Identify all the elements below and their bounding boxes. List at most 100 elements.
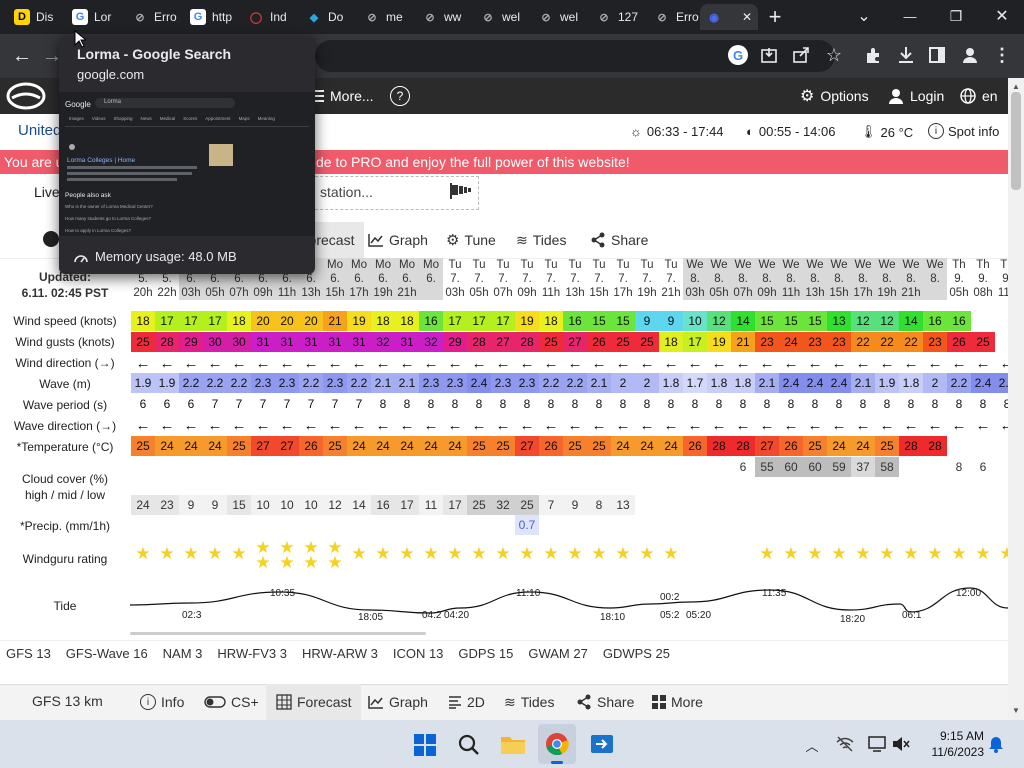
model-link[interactable]: HRW-ARW 3 xyxy=(302,646,378,664)
wave-height-cell: 1.9 xyxy=(131,373,155,393)
tab-graph[interactable]: Graph xyxy=(368,222,428,258)
install-app-icon[interactable] xyxy=(760,46,778,64)
hover-card-memory: Memory usage: 48.0 MB xyxy=(95,249,237,264)
spot-name[interactable]: United xyxy=(18,122,61,139)
preview-nav-item: Maps xyxy=(238,116,250,121)
bottom-info-button[interactable]: i Info xyxy=(140,684,184,720)
model-link[interactable]: GWAM 27 xyxy=(528,646,587,664)
side-panel-icon[interactable] xyxy=(928,46,946,64)
browser-tab[interactable]: ⊘ 127 xyxy=(590,4,650,30)
browser-tab[interactable]: ⊘ Erro xyxy=(648,4,708,30)
wind-gust-cell: 25 xyxy=(971,332,995,352)
model-link[interactable]: GFS 13 xyxy=(6,646,51,664)
info-icon: i xyxy=(928,123,944,139)
volume-muted-icon[interactable] xyxy=(892,736,910,752)
temperature-cell: 24 xyxy=(659,436,683,456)
bottom-graph-button[interactable]: Graph xyxy=(368,684,428,720)
browser-tab[interactable]: ⊘ wel xyxy=(532,4,592,30)
wave-period-cell: 8 xyxy=(571,397,579,411)
bookmark-star-icon[interactable]: ☆ xyxy=(823,44,845,66)
browser-tab[interactable]: ⊘ Erro xyxy=(126,4,186,30)
tab-favicon-icon: D xyxy=(14,9,30,25)
wind-gust-cell: 23 xyxy=(827,332,851,352)
model-link[interactable]: HRW-FV3 3 xyxy=(217,646,287,664)
browser-tab[interactable]: G Lor xyxy=(66,4,126,30)
help-icon[interactable]: ? xyxy=(390,86,410,106)
tray-chevron-icon[interactable]: ︿ xyxy=(804,736,820,754)
rating-stars: ★ xyxy=(419,543,443,563)
wind-gust-cell: 25 xyxy=(131,332,155,352)
language-button[interactable]: en xyxy=(960,78,998,114)
file-explorer-icon[interactable] xyxy=(500,732,526,756)
bottom-forecast-button[interactable]: Forecast xyxy=(266,684,362,720)
share-page-icon[interactable] xyxy=(792,46,810,64)
browser-tab[interactable]: ⊘ ww xyxy=(416,4,476,30)
network-off-icon[interactable] xyxy=(836,736,854,752)
tide-curve xyxy=(130,587,1008,614)
wind-speed-cell: 15 xyxy=(755,311,779,331)
forecast-day: Mo xyxy=(395,258,419,272)
bottom-csplus-button[interactable]: CS+ xyxy=(204,684,259,720)
model-link[interactable]: NAM 3 xyxy=(163,646,203,664)
wind-speed-cell: 17 xyxy=(467,311,491,331)
close-window-button[interactable]: ✕ xyxy=(990,4,1014,28)
browser-tab[interactable]: Ghttp xyxy=(184,4,244,30)
google-lens-icon[interactable]: G xyxy=(728,45,748,65)
bottom-2d-button[interactable]: 2D xyxy=(448,684,485,720)
extensions-icon[interactable] xyxy=(864,46,882,64)
wave-height-cell: 2 xyxy=(923,373,947,393)
display-icon[interactable] xyxy=(868,736,886,752)
scroll-down-icon[interactable]: ▼ xyxy=(1011,706,1021,715)
browser-tab[interactable]: ◉ ✕ xyxy=(700,4,758,30)
profile-avatar-icon[interactable] xyxy=(960,45,980,65)
options-button[interactable]: ⚙ Options xyxy=(800,78,869,114)
spot-info-button[interactable]: i Spot info xyxy=(928,123,999,139)
search-icon[interactable] xyxy=(458,734,480,756)
scroll-up-icon[interactable]: ▲ xyxy=(1011,82,1021,91)
wave-period-cell: 8 xyxy=(403,397,411,411)
remote-app-icon[interactable] xyxy=(590,733,614,755)
browser-tab[interactable]: D Dis xyxy=(8,4,68,30)
browser-tab[interactable]: ◆ Do xyxy=(300,4,360,30)
login-button[interactable]: Login xyxy=(888,78,944,114)
taskbar-date[interactable]: 11/6/2023 xyxy=(920,745,985,759)
wave-period-cell: 8 xyxy=(763,397,771,411)
restore-button[interactable]: ❐ xyxy=(944,4,968,28)
forecast-hour: 21h xyxy=(661,287,681,299)
browser-tab[interactable]: ⊘ wel xyxy=(474,4,534,30)
back-button[interactable]: ← xyxy=(10,44,34,68)
close-tab-icon[interactable]: ✕ xyxy=(742,10,752,24)
windguru-logo-icon[interactable] xyxy=(4,80,48,112)
windows-start-icon[interactable] xyxy=(414,734,436,756)
more-menu-button[interactable]: More... xyxy=(314,78,374,114)
new-tab-button[interactable]: + xyxy=(762,4,788,30)
temperature-cell: 25 xyxy=(131,436,155,456)
forecast-hour: 11h xyxy=(779,286,803,300)
wind-direction-arrow-icon: ← xyxy=(207,354,223,372)
tab-tune[interactable]: ⚙ Tune xyxy=(446,222,496,258)
table-scroll-thumb[interactable] xyxy=(130,632,426,635)
tab-tides[interactable]: ≋ Tides xyxy=(516,222,566,258)
bottom-share-button[interactable]: Share xyxy=(576,684,634,720)
tab-share[interactable]: Share xyxy=(590,222,648,258)
browser-menu-icon[interactable]: ⋮ xyxy=(992,44,1012,66)
browser-tab[interactable]: ⊘ me xyxy=(358,4,418,30)
chrome-icon[interactable] xyxy=(545,732,569,756)
scrollbar-thumb[interactable] xyxy=(1011,92,1021,190)
bottom-tides-button[interactable]: ≋ Tides xyxy=(504,684,554,720)
model-link[interactable]: GFS-Wave 16 xyxy=(66,646,148,664)
model-link[interactable]: ICON 13 xyxy=(393,646,444,664)
address-bar[interactable] xyxy=(315,40,835,72)
notification-bell-icon[interactable] xyxy=(988,736,1004,753)
minimize-button[interactable]: — xyxy=(898,4,922,28)
forecast-day: Tu xyxy=(496,259,510,271)
taskbar-time[interactable]: 9:15 AM xyxy=(920,729,984,743)
downloads-icon[interactable] xyxy=(896,45,916,65)
model-link[interactable]: GDWPS 25 xyxy=(603,646,670,664)
preview-paa-item: How to apply in Lorma Colleges? xyxy=(65,228,132,233)
bottom-more-button[interactable]: More xyxy=(652,684,703,720)
tab-search-dropdown-icon[interactable]: ⌄ xyxy=(852,4,876,28)
forecast-hour: 15h xyxy=(323,286,347,300)
model-link[interactable]: GDPS 15 xyxy=(458,646,513,664)
browser-tab[interactable]: ◯ Ind xyxy=(242,4,302,30)
